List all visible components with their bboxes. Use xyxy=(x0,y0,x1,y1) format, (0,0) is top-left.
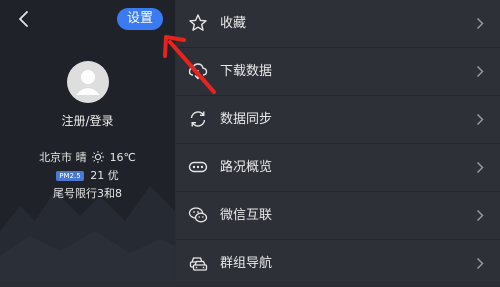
pm25-value: 21 优 xyxy=(90,169,119,182)
login-link[interactable]: 注册/登录 xyxy=(0,112,175,129)
menu-item-group-navigation[interactable]: 群组导航 xyxy=(176,240,500,287)
menu-item-wechat[interactable]: 微信互联 xyxy=(176,192,500,240)
chevron-right-icon xyxy=(477,162,484,173)
group-navigation-icon xyxy=(189,257,208,271)
wechat-icon xyxy=(188,207,208,223)
menu-item-traffic-overview[interactable]: 路况概览 xyxy=(176,144,500,192)
sun-icon xyxy=(92,151,105,163)
avatar[interactable] xyxy=(67,61,109,103)
menu-list: 收藏 下载数据 数据同步 路况概览 微信互联 群组导航 xyxy=(176,0,500,281)
air-quality: PM2.5 21 优 xyxy=(0,167,175,183)
weather-summary: 北京市 晴 16℃ xyxy=(0,149,175,165)
menu-item-label: 微信互联 xyxy=(220,208,273,223)
menu-item-label: 下载数据 xyxy=(220,64,273,79)
menu-item-download-data[interactable]: 下载数据 xyxy=(176,48,500,96)
user-panel: 注册/登录 北京市 晴 16℃ PM2.5 21 优 尾号限行3和8 xyxy=(0,0,175,281)
menu-item-data-sync[interactable]: 数据同步 xyxy=(176,96,500,144)
pm25-badge: PM2.5 xyxy=(56,171,84,181)
menu-item-label: 收藏 xyxy=(220,16,247,31)
menu-item-label: 路况概览 xyxy=(220,160,273,175)
traffic-overview-icon xyxy=(188,161,208,173)
menu-item-favorites[interactable]: 收藏 xyxy=(176,0,500,48)
chevron-right-icon xyxy=(477,210,484,221)
settings-button[interactable]: 设置 xyxy=(117,8,163,30)
sync-icon xyxy=(190,111,206,127)
menu-item-label: 群组导航 xyxy=(220,256,273,271)
temperature: 16℃ xyxy=(109,151,136,164)
chevron-right-icon xyxy=(477,18,484,29)
city-name: 北京市 xyxy=(39,151,73,164)
chevron-right-icon xyxy=(477,114,484,125)
chevron-right-icon xyxy=(477,66,484,77)
weather-condition: 晴 xyxy=(75,151,87,164)
back-icon[interactable] xyxy=(14,8,36,30)
traffic-limit: 尾号限行3和8 xyxy=(53,187,122,200)
user-icon xyxy=(76,70,100,95)
menu-item-label: 数据同步 xyxy=(220,112,273,127)
annotation-arrow-icon xyxy=(163,35,216,94)
chevron-right-icon xyxy=(477,258,484,269)
